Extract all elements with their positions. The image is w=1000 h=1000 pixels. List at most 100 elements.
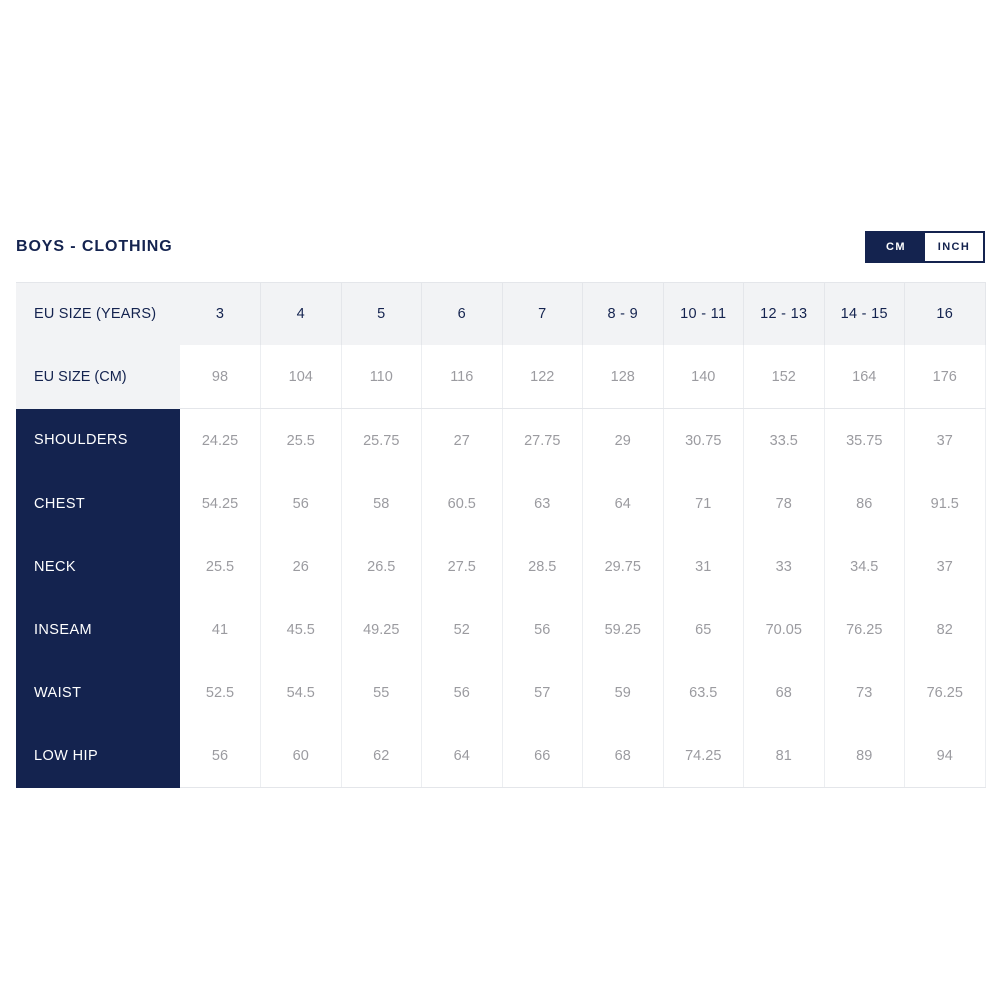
cell-eu-size-cm: 110 — [341, 345, 422, 409]
column-header-size: 3 — [180, 282, 261, 345]
measurement-cell: 49.25 — [341, 598, 422, 661]
cell-eu-size-cm: 128 — [582, 345, 664, 409]
measurement-cell: 34.5 — [824, 535, 905, 598]
measurement-cell: 82 — [904, 598, 986, 661]
column-header-size: 10 - 11 — [663, 282, 744, 345]
column-header-size: 7 — [502, 282, 583, 345]
unit-toggle[interactable]: CM INCH — [865, 231, 985, 263]
measurement-cell: 81 — [743, 724, 825, 788]
table-row-eu-size-cm: EU SIZE (CM) 98 104 110 116 122 128 140 … — [16, 345, 986, 409]
table-row: CHEST 54.25 56 58 60.5 63 64 71 78 86 91… — [16, 472, 986, 535]
measurement-cell: 29.75 — [582, 535, 664, 598]
table-row: LOW HIP 56 60 62 64 66 68 74.25 81 89 94 — [16, 724, 986, 788]
column-header-size: 16 — [904, 282, 986, 345]
measurement-cell: 94 — [904, 724, 986, 788]
size-chart-page: BOYS - CLOTHING CM INCH EU SIZE (YEARS) … — [0, 0, 1000, 1000]
measurement-cell: 56 — [180, 724, 261, 788]
measurement-cell: 35.75 — [824, 408, 905, 472]
row-header-eu-size-cm: EU SIZE (CM) — [16, 345, 180, 409]
measurement-cell: 60.5 — [421, 472, 503, 535]
measurement-cell: 71 — [663, 472, 744, 535]
measurement-cell: 57 — [502, 661, 583, 724]
table-row-eu-size-years: EU SIZE (YEARS) 3 4 5 6 7 8 - 9 10 - 11 … — [16, 282, 986, 345]
table-row: INSEAM 41 45.5 49.25 52 56 59.25 65 70.0… — [16, 598, 986, 661]
measurement-cell: 56 — [260, 472, 342, 535]
table-row: SHOULDERS 24.25 25.5 25.75 27 27.75 29 3… — [16, 408, 986, 472]
row-header-eu-size-years: EU SIZE (YEARS) — [16, 282, 180, 345]
measurement-cell: 52.5 — [180, 661, 261, 724]
size-table-container: EU SIZE (YEARS) 3 4 5 6 7 8 - 9 10 - 11 … — [16, 282, 986, 788]
measurement-cell: 27.75 — [502, 408, 583, 472]
measurement-cell: 76.25 — [904, 661, 986, 724]
measurement-cell: 30.75 — [663, 408, 744, 472]
measurement-cell: 63.5 — [663, 661, 744, 724]
size-table-body: EU SIZE (YEARS) 3 4 5 6 7 8 - 9 10 - 11 … — [16, 282, 986, 788]
measurement-cell: 45.5 — [260, 598, 342, 661]
measurement-cell: 66 — [502, 724, 583, 788]
measurement-cell: 78 — [743, 472, 825, 535]
page-title: BOYS - CLOTHING — [16, 238, 173, 255]
measurement-cell: 89 — [824, 724, 905, 788]
measurement-cell: 91.5 — [904, 472, 986, 535]
measurement-cell: 68 — [743, 661, 825, 724]
measurement-cell: 65 — [663, 598, 744, 661]
row-label-neck: NECK — [16, 535, 180, 598]
measurement-cell: 58 — [341, 472, 422, 535]
size-chart-table: EU SIZE (YEARS) 3 4 5 6 7 8 - 9 10 - 11 … — [16, 282, 986, 788]
cell-eu-size-cm: 98 — [180, 345, 261, 409]
cell-eu-size-cm: 122 — [502, 345, 583, 409]
measurement-cell: 86 — [824, 472, 905, 535]
measurement-cell: 25.5 — [180, 535, 261, 598]
measurement-cell: 54.25 — [180, 472, 261, 535]
measurement-cell: 25.75 — [341, 408, 422, 472]
unit-option-cm[interactable]: CM — [867, 233, 925, 261]
cell-eu-size-cm: 152 — [743, 345, 825, 409]
measurement-cell: 37 — [904, 408, 986, 472]
row-label-chest: CHEST — [16, 472, 180, 535]
column-header-size: 12 - 13 — [743, 282, 825, 345]
measurement-cell: 62 — [341, 724, 422, 788]
measurement-cell: 63 — [502, 472, 583, 535]
column-header-size: 14 - 15 — [824, 282, 905, 345]
table-row: NECK 25.5 26 26.5 27.5 28.5 29.75 31 33 … — [16, 535, 986, 598]
measurement-cell: 27.5 — [421, 535, 503, 598]
measurement-cell: 70.05 — [743, 598, 825, 661]
measurement-cell: 27 — [421, 408, 503, 472]
measurement-cell: 37 — [904, 535, 986, 598]
table-row: WAIST 52.5 54.5 55 56 57 59 63.5 68 73 7… — [16, 661, 986, 724]
measurement-cell: 73 — [824, 661, 905, 724]
measurement-cell: 26 — [260, 535, 342, 598]
measurement-cell: 56 — [421, 661, 503, 724]
measurement-cell: 28.5 — [502, 535, 583, 598]
measurement-cell: 59 — [582, 661, 664, 724]
column-header-size: 4 — [260, 282, 342, 345]
measurement-cell: 60 — [260, 724, 342, 788]
column-header-size: 8 - 9 — [582, 282, 664, 345]
measurement-cell: 55 — [341, 661, 422, 724]
measurement-cell: 76.25 — [824, 598, 905, 661]
measurement-cell: 31 — [663, 535, 744, 598]
measurement-cell: 25.5 — [260, 408, 342, 472]
row-label-waist: WAIST — [16, 661, 180, 724]
cell-eu-size-cm: 140 — [663, 345, 744, 409]
measurement-cell: 59.25 — [582, 598, 664, 661]
measurement-cell: 33.5 — [743, 408, 825, 472]
unit-option-inch[interactable]: INCH — [925, 233, 983, 261]
measurement-cell: 26.5 — [341, 535, 422, 598]
row-label-inseam: INSEAM — [16, 598, 180, 661]
chart-header: BOYS - CLOTHING CM INCH — [16, 226, 985, 268]
cell-eu-size-cm: 116 — [421, 345, 503, 409]
measurement-cell: 54.5 — [260, 661, 342, 724]
measurement-cell: 64 — [582, 472, 664, 535]
measurement-cell: 74.25 — [663, 724, 744, 788]
measurement-cell: 64 — [421, 724, 503, 788]
measurement-cell: 29 — [582, 408, 664, 472]
cell-eu-size-cm: 104 — [260, 345, 342, 409]
row-label-low-hip: LOW HIP — [16, 724, 180, 788]
cell-eu-size-cm: 164 — [824, 345, 905, 409]
row-label-shoulders: SHOULDERS — [16, 408, 180, 472]
column-header-size: 5 — [341, 282, 422, 345]
measurement-cell: 24.25 — [180, 408, 261, 472]
measurement-cell: 56 — [502, 598, 583, 661]
measurement-cell: 33 — [743, 535, 825, 598]
